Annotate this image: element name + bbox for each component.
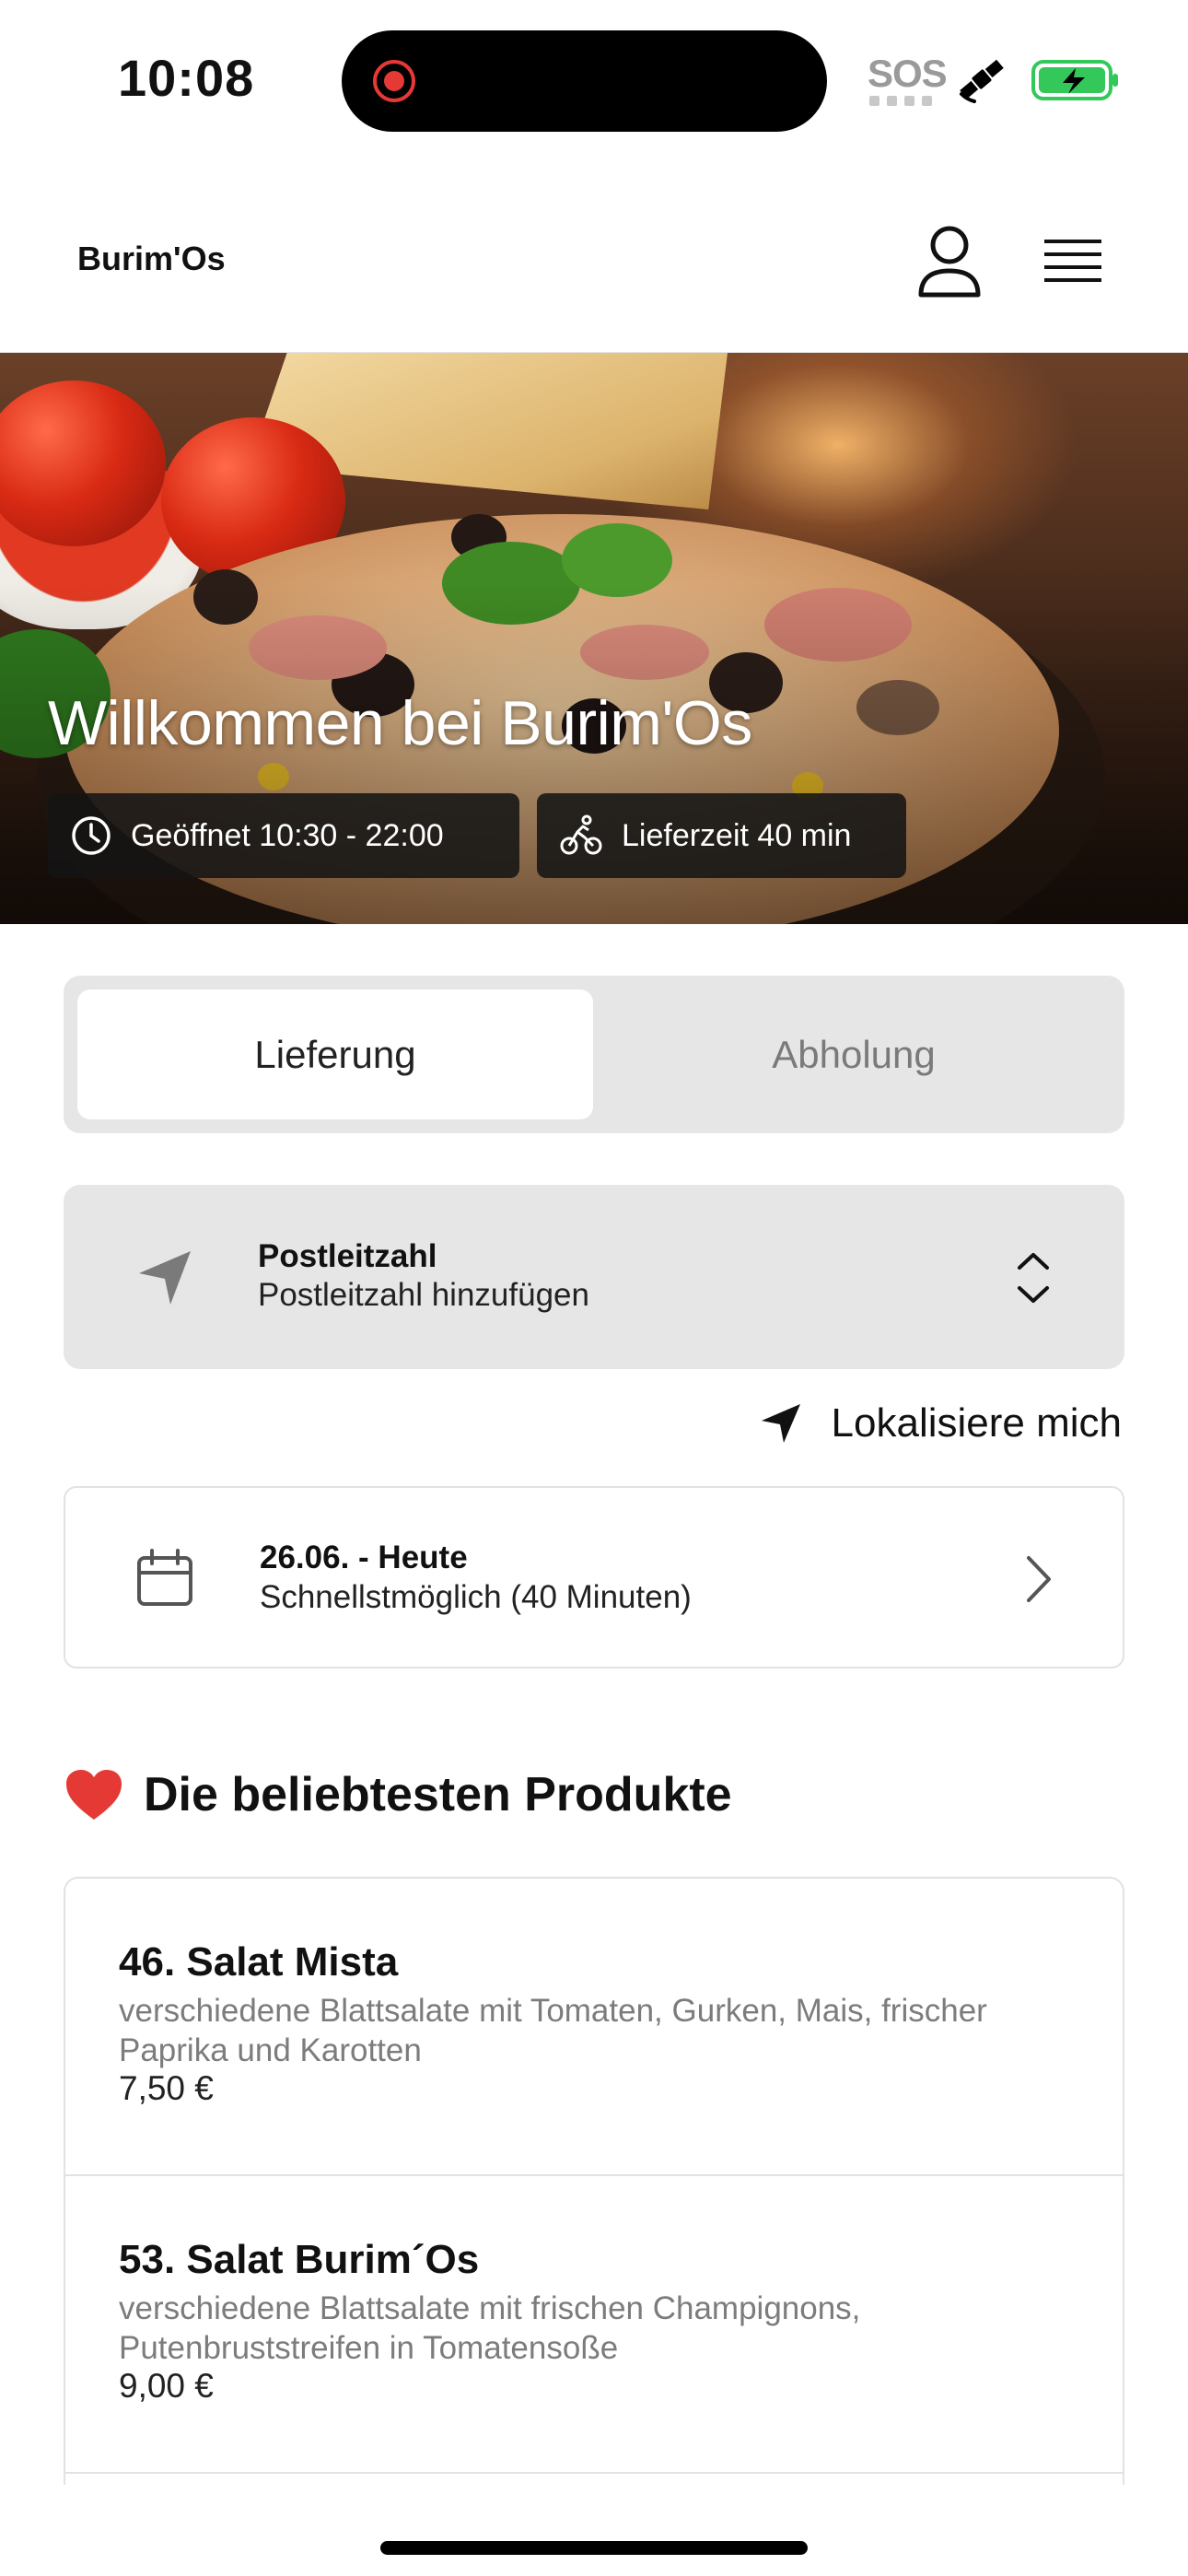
chevron-right-icon <box>1027 1556 1051 1602</box>
product-name: 46. Salat Mista <box>119 1939 399 1985</box>
locate-me-link[interactable]: Lokalisiere mich <box>760 1400 1122 1446</box>
tab-pickup[interactable]: Abholung <box>596 989 1112 1119</box>
dynamic-island <box>342 30 827 132</box>
locate-me-label: Lokalisiere mich <box>831 1400 1122 1446</box>
product-price: 7,50 € <box>119 2069 214 2107</box>
delivery-time-chip: Lieferzeit 40 min <box>537 793 906 878</box>
delivery-time-text: Lieferzeit 40 min <box>622 817 852 853</box>
sos-indicator: SOS <box>868 52 948 95</box>
delivery-date-subtitle: Schnellstmöglich (40 Minuten) <box>260 1579 692 1615</box>
home-indicator[interactable] <box>380 2541 808 2555</box>
location-arrow-icon <box>139 1251 191 1305</box>
product-card[interactable]: 53. Salat Burim´Os verschiedene Blattsal… <box>65 2176 1123 2474</box>
brand-name[interactable]: Burim'Os <box>77 240 226 278</box>
product-name: 53. Salat Burim´Os <box>119 2237 480 2282</box>
product-card[interactable]: 46. Salat Mista verschiedene Blattsalate… <box>65 1879 1123 2176</box>
signal-dots-icon <box>869 96 932 106</box>
app-header: Burim'Os <box>0 175 1188 353</box>
user-icon[interactable] <box>915 223 984 300</box>
delivery-date-selector[interactable]: 26.06. - Heute Schnellstmöglich (40 Minu… <box>64 1486 1124 1669</box>
opening-hours-chip: Geöffnet 10:30 - 22:00 <box>48 793 519 878</box>
hero-title: Willkommen bei Burim'Os <box>48 688 752 758</box>
product-description: verschiedene Blattsalate mit Tomaten, Gu… <box>119 1993 987 2068</box>
screen-recording-icon <box>373 60 415 102</box>
postal-code-selector[interactable]: Postleitzahl Postleitzahl hinzufügen <box>64 1185 1124 1369</box>
chevron-up-down-icon <box>1018 1253 1049 1303</box>
clock-icon <box>72 816 111 855</box>
heart-icon <box>66 1770 122 1820</box>
delivery-date-title: 26.06. - Heute <box>260 1540 468 1575</box>
tab-delivery[interactable]: Lieferung <box>77 989 593 1119</box>
calendar-icon <box>137 1549 192 1606</box>
product-list: 46. Salat Mista verschiedene Blattsalate… <box>64 1877 1124 2485</box>
popular-products-title: Die beliebtesten Produkte <box>144 1768 732 1821</box>
status-bar: 10:08 SOS <box>0 0 1188 157</box>
product-description: verschiedene Blattsalate mit frischen Ch… <box>119 2290 861 2366</box>
postal-code-placeholder: Postleitzahl hinzufügen <box>258 1277 589 1313</box>
bicycle-icon <box>560 814 602 855</box>
order-mode-toggle: Lieferung Abholung <box>64 976 1124 1133</box>
product-price: 9,00 € <box>119 2367 214 2405</box>
hero-banner: Willkommen bei Burim'Os Geöffnet 10:30 -… <box>0 353 1188 924</box>
satellite-icon <box>960 59 1004 103</box>
status-time: 10:08 <box>118 49 255 107</box>
location-arrow-icon <box>761 1404 800 1443</box>
postal-code-label: Postleitzahl <box>258 1238 437 1274</box>
battery-charging-icon <box>1031 60 1118 100</box>
menu-icon[interactable] <box>1041 230 1105 295</box>
popular-products-heading: Die beliebtesten Produkte <box>64 1767 732 1822</box>
opening-hours-text: Geöffnet 10:30 - 22:00 <box>131 817 444 853</box>
